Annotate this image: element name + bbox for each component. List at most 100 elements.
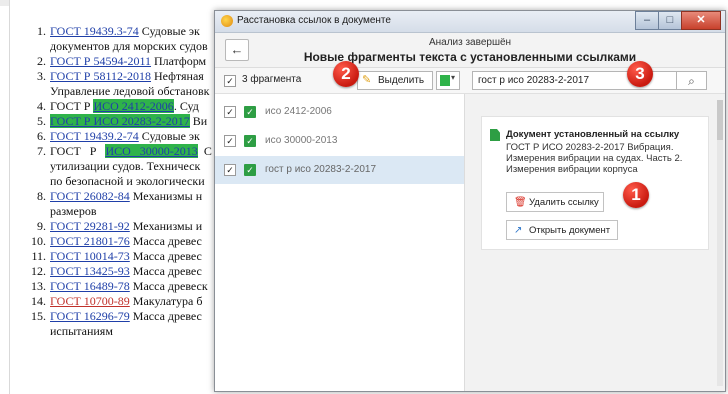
maximize-button[interactable]: □ (658, 11, 682, 30)
scrollbar[interactable] (717, 100, 723, 386)
select-all-checkbox[interactable]: ✓ (224, 75, 236, 87)
list-item: размеров (24, 204, 212, 219)
select-button[interactable]: ✎ Выделить (357, 71, 433, 90)
standard-link[interactable]: ГОСТ Р ИСО 20283-2-2017 (50, 114, 190, 128)
document-card: Документ установленный на ссылку ГОСТ Р … (481, 116, 709, 250)
list-number: 7. (37, 144, 46, 158)
list-number: 14. (31, 294, 46, 308)
window-titlebar: Расстановка ссылок в документе – □ ✕ (215, 11, 725, 33)
list-item: 3. ГОСТ Р 58112-2018 Нефтяная (24, 69, 212, 84)
link-set-icon: ✓ (244, 135, 256, 147)
standard-link[interactable]: ГОСТ 16489-78 (50, 279, 130, 293)
list-number: 11. (31, 249, 46, 263)
color-swatch (440, 75, 450, 86)
list-number: 1. (37, 24, 46, 38)
list-item: 11. ГОСТ 10014-73 Масса древес (24, 249, 212, 264)
list-item: 5. ГОСТ Р ИСО 20283-2-2017 Ви (24, 114, 212, 129)
list-text: . Суд (173, 99, 199, 113)
delete-link-button[interactable]: 🗑 Удалить ссылку (506, 192, 604, 212)
fragment-label: исо 2412-2006 (265, 106, 332, 117)
standard-link[interactable]: ГОСТ Р 58112-2018 (50, 69, 151, 83)
scrollbar-thumb[interactable] (717, 100, 723, 140)
standard-link[interactable]: ГОСТ 19439.2-74 (50, 129, 139, 143)
list-item: 12. ГОСТ 13425-93 Масса древес (24, 264, 212, 279)
list-item: 10. ГОСТ 21801-76 Масса древес (24, 234, 212, 249)
link-set-icon: ✓ (244, 106, 256, 118)
fragment-label: гост р исо 20283-2-2017 (265, 164, 377, 175)
list-item: утилизации судов. Техническ (24, 159, 212, 174)
standard-link[interactable]: ГОСТ 21801-76 (50, 234, 130, 248)
standard-link[interactable]: ГОСТ 29281-92 (50, 219, 130, 233)
standard-link[interactable]: ГОСТ 13425-93 (50, 264, 130, 278)
list-text: Масса древес (129, 234, 202, 248)
list-text: Макулатура б (129, 294, 203, 308)
link-set-icon: ✓ (244, 164, 256, 176)
standard-link[interactable]: ГОСТ Р 54594-2011 (50, 54, 151, 68)
chevron-down-icon: ▾ (451, 73, 456, 82)
list-text: размеров (50, 204, 97, 218)
standard-link[interactable]: ГОСТ 26082-84 (50, 189, 130, 203)
close-button[interactable]: ✕ (681, 11, 721, 30)
trash-icon: 🗑 (514, 197, 527, 208)
list-text: Масса древес (129, 249, 202, 263)
document-icon (490, 129, 500, 141)
fragment-checkbox[interactable]: ✓ (224, 164, 236, 176)
highlight-color-picker[interactable]: ▾ (436, 71, 460, 90)
list-text: Механизмы и (129, 219, 203, 233)
list-item: по безопасной и экологически (24, 174, 212, 189)
list-item: 1. ГОСТ 19439.3-74 Судовые эк (24, 24, 212, 39)
list-text: Управление ледовой обстановк (50, 84, 210, 98)
card-heading: Документ установленный на ссылку (506, 129, 680, 140)
open-document-button[interactable]: ↗ Открыть документ (506, 220, 618, 240)
list-number: 12. (31, 264, 46, 278)
fragment-row[interactable]: ✓ ✓ гост р исо 20283-2-2017 (215, 156, 464, 184)
fragment-row[interactable]: ✓ ✓ исо 2412-2006 (215, 98, 464, 126)
list-item: 4. ГОСТ Р ИСО 2412-2006. Суд (24, 99, 212, 114)
list-text: ГОСТ Р (50, 144, 106, 158)
list-number: 3. (37, 69, 46, 83)
window-title: Расстановка ссылок в документе (237, 15, 391, 26)
callout-3: 3 (627, 61, 653, 87)
dialog-title: Новые фрагменты текста с установленными … (303, 50, 637, 64)
list-item: 9. ГОСТ 29281-92 Механизмы и (24, 219, 212, 234)
list-text: испытаниям (50, 324, 113, 338)
list-text: документов для морских судов (50, 39, 208, 53)
list-text: С (197, 144, 212, 158)
list-text: по безопасной и экологически (50, 174, 205, 188)
list-text: Нефтяная (151, 69, 204, 83)
app-icon (221, 15, 233, 27)
standard-link[interactable]: ИСО 30000-2013 (105, 144, 198, 158)
standard-link[interactable]: ИСО 2412-2006 (93, 99, 174, 113)
list-item: 7. ГОСТ Р ИСО 30000-2013 С (24, 144, 212, 159)
standard-link[interactable]: ГОСТ 10700-89 (50, 294, 130, 308)
list-item: 6. ГОСТ 19439.2-74 Судовые эк (24, 129, 212, 144)
external-link-icon: ↗ (514, 225, 523, 236)
list-number: 15. (31, 309, 46, 323)
fragment-checkbox[interactable]: ✓ (224, 106, 236, 118)
list-text: ГОСТ Р (50, 99, 94, 113)
minimize-button[interactable]: – (635, 11, 659, 30)
list-item: 14. ГОСТ 10700-89 Макулатура б (24, 294, 212, 309)
list-item: 2. ГОСТ Р 54594-2011 Платформ (24, 54, 212, 69)
list-item: 13. ГОСТ 16489-78 Масса древеск (24, 279, 212, 294)
list-number: 9. (37, 219, 46, 233)
fragment-label: исо 30000-2013 (265, 135, 338, 146)
fragment-row[interactable]: ✓ ✓ исо 30000-2013 (215, 127, 464, 155)
list-number: 8. (37, 189, 46, 203)
standard-link[interactable]: ГОСТ 19439.3-74 (50, 24, 139, 38)
callout-1: 1 (623, 182, 649, 208)
standard-link[interactable]: ГОСТ 10014-73 (50, 249, 130, 263)
status-text: Анализ завершён (428, 37, 512, 48)
callout-2: 2 (333, 61, 359, 87)
select-button-label: Выделить (378, 75, 425, 86)
list-item: Управление ледовой обстановк (24, 84, 212, 99)
list-number: 6. (37, 129, 46, 143)
card-description: ГОСТ Р ИСО 20283-2-2017 Вибрация. Измере… (506, 142, 683, 175)
list-number: 10. (31, 234, 46, 248)
list-text: Масса древеск (129, 279, 208, 293)
list-text: Платформ (151, 54, 207, 68)
standard-link[interactable]: ГОСТ 16296-79 (50, 309, 130, 323)
search-icon[interactable]: ⌕ (677, 71, 707, 90)
fragment-checkbox[interactable]: ✓ (224, 135, 236, 147)
list-text: Судовые эк (138, 24, 200, 38)
